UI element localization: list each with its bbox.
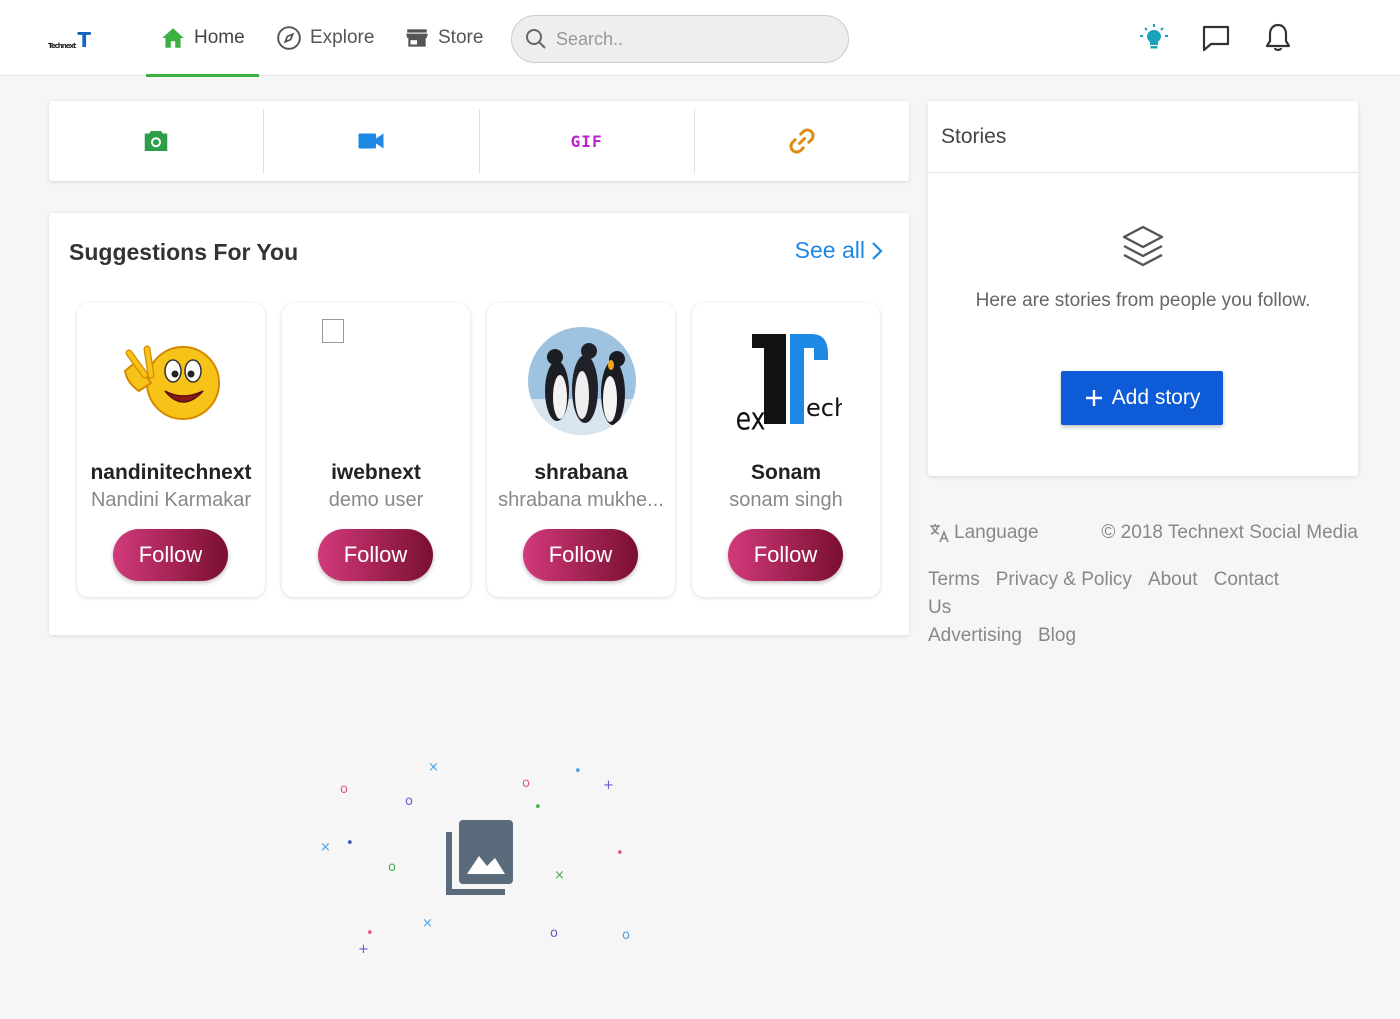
copyright-text: © 2018 Technext Social Media (1101, 522, 1358, 543)
suggestion-fullname: Nandini Karmakar (90, 489, 252, 511)
footer-link-blog[interactable]: Blog (1038, 625, 1076, 646)
store-icon (406, 29, 428, 47)
suggestion-fullname: demo user (328, 489, 424, 511)
gif-icon: GIF (570, 131, 603, 151)
avatar[interactable] (527, 317, 637, 445)
decor-circle: o (622, 928, 630, 943)
follow-button[interactable]: Follow (728, 529, 843, 581)
photo-tool[interactable] (49, 101, 263, 181)
add-story-label: Add story (1111, 386, 1201, 409)
suggestion-fullname: shrabana mukhe... (498, 489, 664, 511)
nav-store[interactable]: Store (404, 0, 483, 76)
compass-icon (277, 26, 301, 50)
plus-icon (1085, 390, 1102, 406)
add-story-button[interactable]: Add story (1061, 371, 1223, 425)
link-icon (789, 128, 815, 154)
top-navbar: Technext T Home Explore Store (0, 0, 1400, 77)
photo-library-icon (446, 820, 513, 895)
decor-dot: • (574, 764, 582, 779)
decor-dot: • (616, 846, 624, 861)
empty-feed-illustration: o × o o • • + × • o × • × • + o o (300, 750, 660, 970)
camera-icon (144, 131, 168, 151)
avatar[interactable] (117, 317, 227, 445)
nav-home[interactable]: Home (146, 0, 259, 77)
suggestion-fullname: sonam singh (729, 489, 843, 511)
search-icon (526, 29, 546, 49)
nav-home-label: Home (194, 27, 245, 48)
stories-title: Stories (941, 125, 1007, 148)
footer-links: Terms Privacy & Policy About Contact Us Adve… (928, 566, 1308, 650)
search-input[interactable] (556, 28, 826, 50)
layers-icon (1122, 225, 1164, 267)
decor-circle: o (522, 776, 530, 791)
penguins-avatar-icon (528, 327, 636, 435)
decor-dot: • (366, 926, 374, 941)
decor-plus: + (358, 942, 369, 957)
active-tab-indicator (146, 74, 259, 77)
nav-explore[interactable]: Explore (276, 0, 374, 76)
footer-link-about[interactable]: About (1148, 569, 1198, 590)
footer-link-terms[interactable]: Terms (928, 569, 980, 590)
decor-cross: × (422, 916, 433, 931)
follow-button[interactable]: Follow (113, 529, 228, 581)
video-icon (358, 133, 384, 149)
home-icon (162, 28, 184, 48)
nav-explore-label: Explore (310, 27, 375, 48)
suggestion-username[interactable]: iwebnext (282, 461, 470, 485)
logo-mark: T (77, 28, 91, 52)
post-toolbar: GIF (49, 101, 909, 181)
link-tool[interactable] (695, 101, 909, 181)
decor-plus: + (603, 778, 614, 793)
broken-image-icon[interactable] (322, 319, 344, 343)
gif-tool[interactable]: GIF (480, 101, 694, 181)
decor-circle: o (550, 926, 558, 941)
technext-logo-avatar-icon: ex ech (736, 334, 842, 436)
nav-store-label: Store (438, 27, 484, 48)
see-all-label: See all (794, 237, 865, 263)
suggestions-title: Suggestions For You (69, 239, 299, 265)
language-label: Language (954, 522, 1039, 543)
suggestion-card: nandinitechnext Nandini Karmakar Follow (77, 303, 265, 597)
decor-dot: • (534, 800, 542, 815)
see-all-link[interactable]: See all (795, 237, 883, 264)
follow-button[interactable]: Follow (523, 529, 638, 581)
suggestion-username[interactable]: nandinitechnext (77, 461, 265, 485)
search-box[interactable] (511, 15, 849, 63)
bulb-icon[interactable] (1138, 22, 1170, 54)
suggestion-card: iwebnext demo user Follow (282, 303, 470, 597)
suggestion-card: shrabana shrabana mukhe... Follow (487, 303, 675, 597)
decor-cross: × (320, 840, 331, 855)
stories-panel: Stories Here are stories from people you… (928, 101, 1358, 476)
suggestion-username[interactable]: shrabana (487, 461, 675, 485)
decor-circle: o (340, 782, 348, 797)
bell-icon[interactable] (1262, 22, 1294, 54)
video-tool[interactable] (264, 101, 478, 181)
decor-cross: × (428, 760, 439, 775)
suggestion-username[interactable]: Sonam (692, 461, 880, 485)
stories-header: Stories (928, 101, 1358, 173)
stories-empty-text: Here are stories from people you follow. (975, 290, 1311, 311)
decor-dot: • (346, 836, 354, 851)
decor-circle: o (405, 794, 413, 809)
svg-text:ech: ech (806, 394, 842, 422)
translate-icon (930, 524, 949, 543)
suggestion-card: ex ech Sonam sonam singh Follow (692, 303, 880, 597)
footer-link-privacy[interactable]: Privacy & Policy (996, 569, 1132, 590)
avatar[interactable]: ex ech (732, 317, 842, 445)
footer-link-advertising[interactable]: Advertising (928, 625, 1022, 646)
svg-text:ex: ex (736, 401, 766, 436)
site-logo[interactable]: Technext T (48, 28, 108, 50)
smiley-avatar-icon (123, 345, 220, 420)
chevron-right-icon (872, 241, 883, 260)
decor-circle: o (388, 860, 396, 875)
suggestions-panel: Suggestions For You See all nandinitechn… (49, 213, 909, 635)
follow-button[interactable]: Follow (318, 529, 433, 581)
message-icon[interactable] (1200, 22, 1232, 54)
decor-cross: × (554, 868, 565, 883)
language-selector[interactable]: Language (928, 522, 1039, 544)
logo-small-text: Technext (48, 42, 76, 50)
